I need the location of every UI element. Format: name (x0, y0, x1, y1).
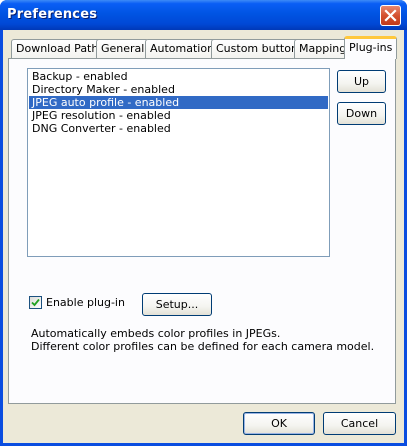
enable-plugin-row[interactable]: Enable plug-in (29, 296, 125, 309)
description-line-2: Different color profiles can be defined … (31, 340, 375, 353)
preferences-window: Preferences Download Path General Automa… (0, 0, 407, 446)
list-item[interactable]: JPEG auto profile - enabled (29, 96, 328, 109)
list-item[interactable]: Directory Maker - enabled (29, 83, 328, 96)
list-item[interactable]: DNG Converter - enabled (29, 122, 328, 135)
tab-mapping[interactable]: Mapping (294, 39, 352, 58)
tab-download-path[interactable]: Download Path (11, 39, 104, 58)
setup-button[interactable]: Setup... (142, 293, 212, 316)
tab-plug-ins[interactable]: Plug-ins (344, 36, 398, 59)
list-item[interactable]: Backup - enabled (29, 70, 328, 83)
description-line-1: Automatically embeds color profiles in J… (31, 327, 281, 340)
plugin-list[interactable]: Backup - enabled Directory Maker - enabl… (27, 68, 330, 257)
tab-automation[interactable]: Automation (145, 39, 220, 58)
checkmark-icon (31, 298, 40, 307)
tab-general[interactable]: General (96, 39, 150, 58)
enable-plugin-label: Enable plug-in (46, 296, 125, 309)
cancel-button[interactable]: Cancel (323, 412, 396, 435)
up-button[interactable]: Up (337, 70, 386, 93)
tab-custom-button[interactable]: Custom button (211, 39, 303, 58)
close-button[interactable] (380, 5, 401, 26)
list-item[interactable]: JPEG resolution - enabled (29, 109, 328, 122)
plug-ins-panel: Backup - enabled Directory Maker - enabl… (8, 58, 396, 404)
dialog-client: Download Path General Automation Custom … (3, 30, 404, 443)
window-title: Preferences (7, 7, 98, 22)
close-icon (384, 9, 397, 22)
ok-button[interactable]: OK (243, 412, 315, 435)
down-button[interactable]: Down (337, 102, 386, 125)
enable-plugin-checkbox[interactable] (29, 296, 42, 309)
title-bar[interactable]: Preferences (0, 0, 407, 30)
